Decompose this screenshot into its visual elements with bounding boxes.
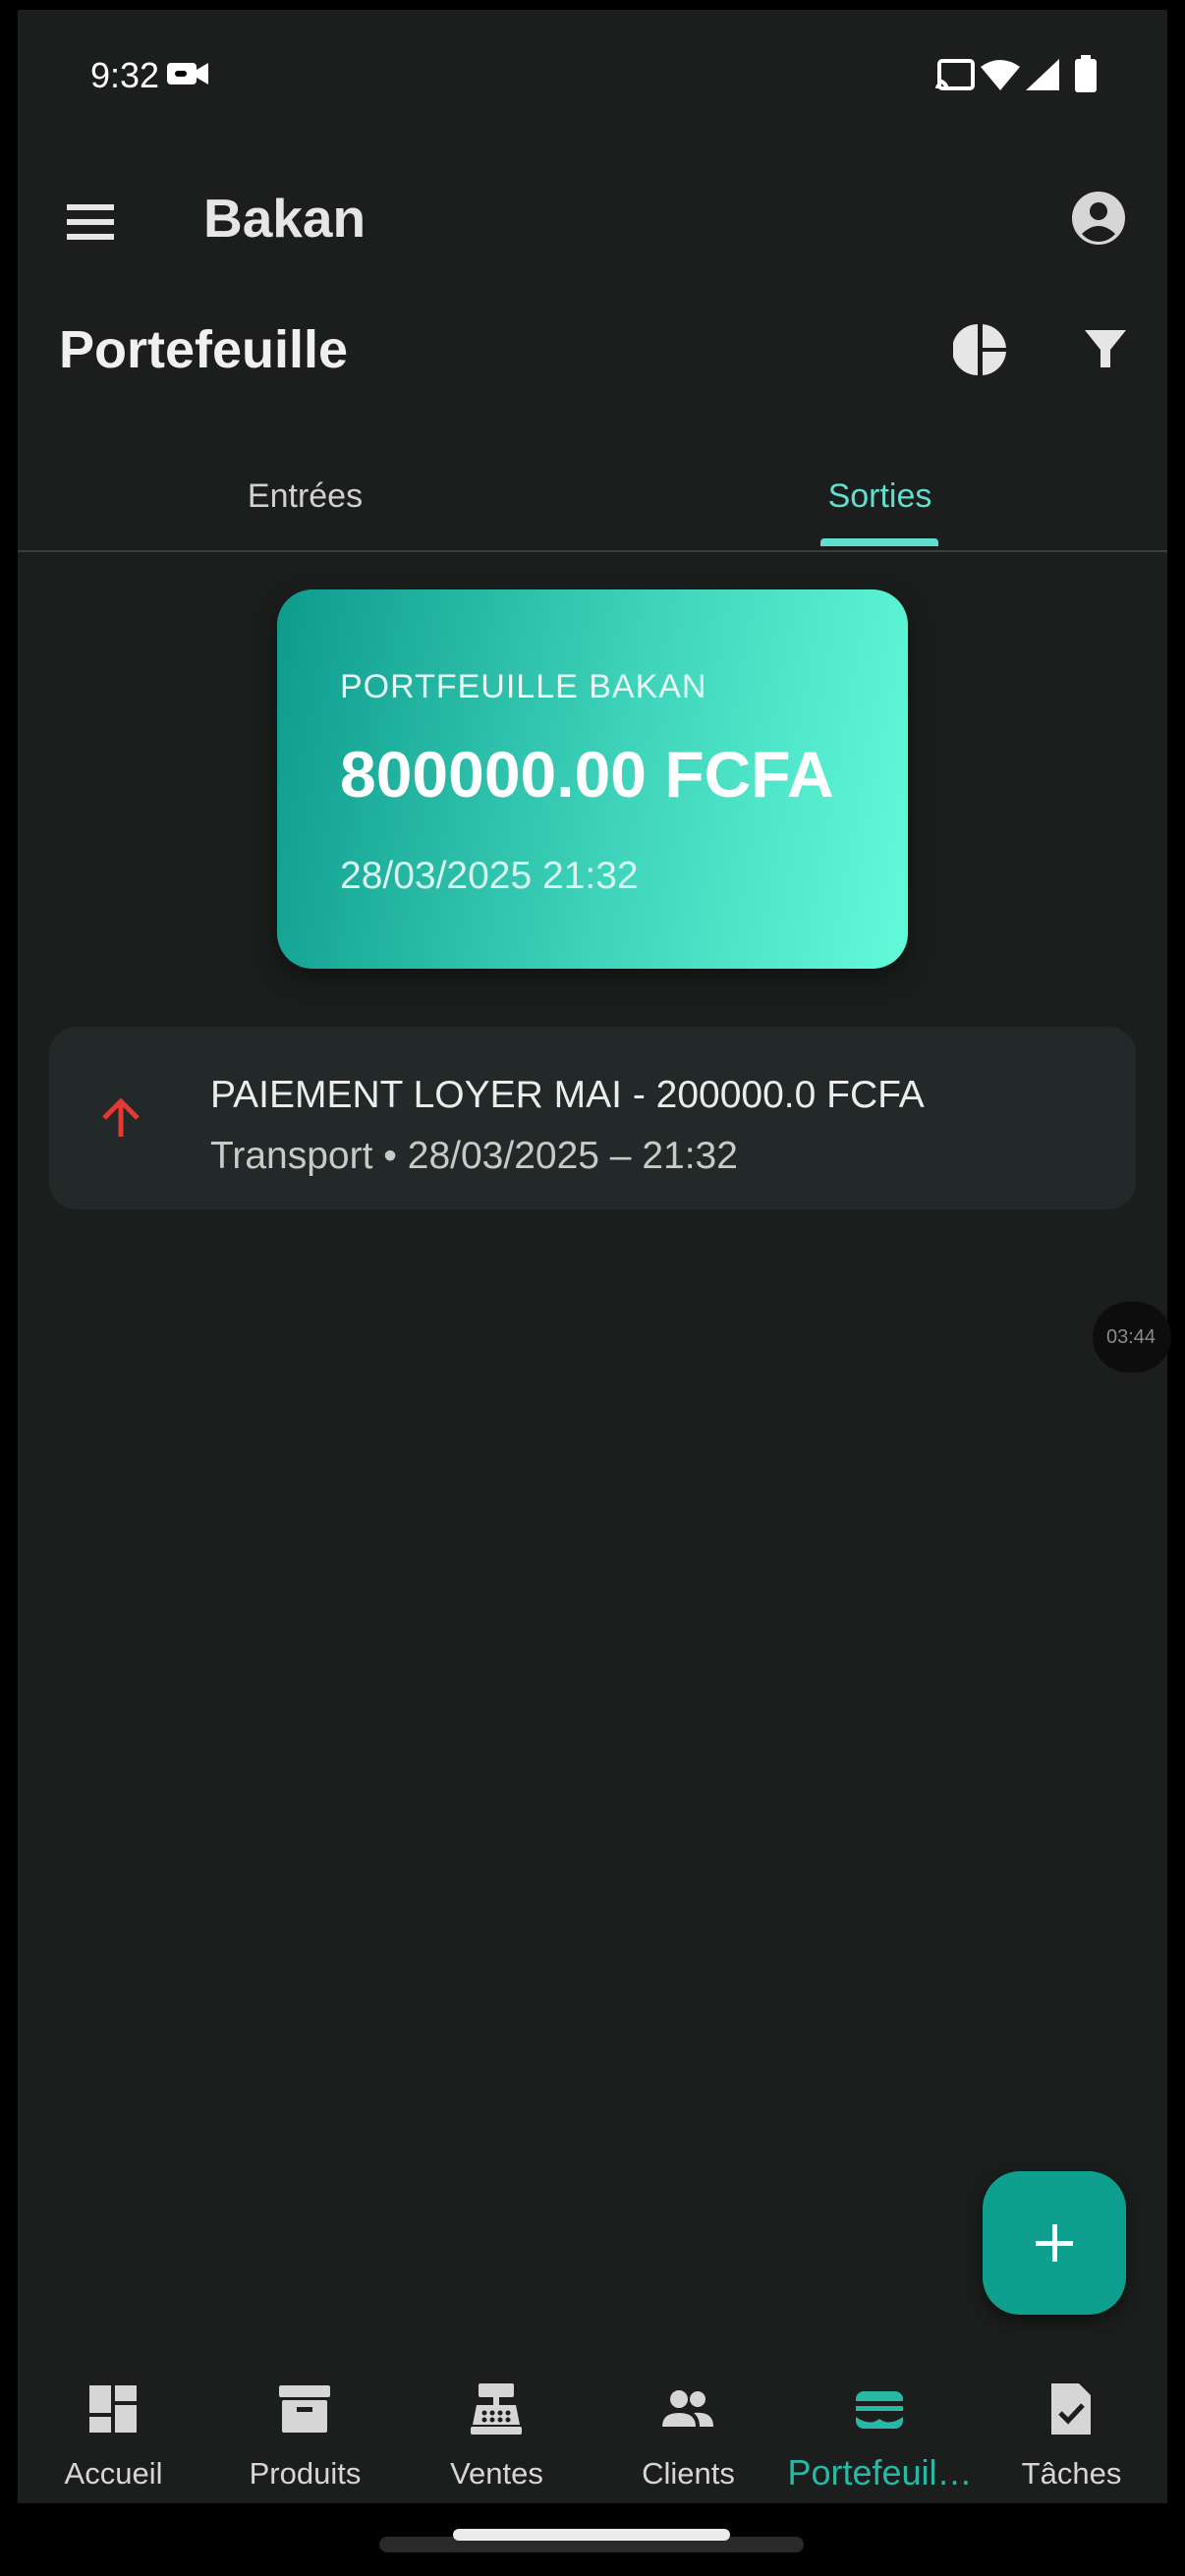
wallet-balance-amount: 800000.00 FCFA [340, 738, 834, 811]
nav-ventes[interactable]: Ventes [401, 2358, 592, 2503]
wallet-icon [856, 2391, 903, 2429]
cash-register-icon [471, 2383, 522, 2435]
nav-label-taches: Tâches [1021, 2456, 1122, 2491]
cell-signal-icon [1026, 59, 1059, 90]
app-screen: 9:32 Bakan Portefeuille Entrées Sorties … [18, 10, 1167, 2503]
filter-icon[interactable] [1083, 326, 1128, 371]
dashboard-icon [89, 2385, 137, 2433]
nav-accueil[interactable]: Accueil [18, 2358, 209, 2503]
plus-icon [1036, 2224, 1073, 2262]
cast-icon [935, 59, 975, 90]
nav-label-ventes: Ventes [450, 2456, 543, 2491]
people-icon [662, 2390, 713, 2427]
transaction-title: PAIEMENT LOYER MAI - 200000.0 FCFA [210, 1074, 925, 1116]
tab-entrees[interactable]: Entrées [18, 442, 592, 550]
tab-sorties[interactable]: Sorties [592, 442, 1167, 550]
wifi-icon [981, 60, 1020, 90]
pie-chart-icon[interactable] [953, 322, 1008, 377]
wallet-balance-card: PORTFEUILLE BAKAN 800000.00 FCFA 28/03/2… [277, 589, 908, 969]
nav-label-accueil: Accueil [64, 2456, 163, 2491]
add-transaction-button[interactable] [983, 2171, 1126, 2315]
nav-taches[interactable]: Tâches [976, 2358, 1167, 2503]
wallet-card-label: PORTFEUILLE BAKAN [340, 668, 707, 705]
transaction-item[interactable]: PAIEMENT LOYER MAI - 200000.0 FCFA Trans… [49, 1027, 1136, 1209]
nav-clients[interactable]: Clients [592, 2358, 784, 2503]
nav-label-clients: Clients [642, 2456, 735, 2491]
status-time: 9:32 [90, 55, 160, 95]
app-bar: Bakan [18, 138, 1167, 295]
tab-indicator [820, 538, 938, 546]
account-circle-icon[interactable] [1071, 191, 1126, 246]
nav-portefeuille[interactable]: Portefeuil… [784, 2358, 976, 2503]
nav-label-produits: Produits [249, 2456, 362, 2491]
nav-produits[interactable]: Produits [209, 2358, 401, 2503]
tab-bar: Entrées Sorties [18, 442, 1167, 552]
archive-box-icon [279, 2385, 330, 2433]
page-title: Portefeuille [59, 320, 349, 379]
video-camera-icon [167, 63, 208, 84]
arrow-up-icon [102, 1097, 140, 1137]
home-gesture-handle[interactable] [453, 2529, 730, 2541]
nav-label-portefeuille: Portefeuil… [787, 2452, 973, 2492]
menu-icon[interactable] [59, 191, 122, 253]
recording-timer-bubble[interactable]: 03:44 [1093, 1302, 1171, 1372]
battery-icon [1075, 55, 1097, 92]
status-bar: 9:32 [18, 10, 1167, 138]
wallet-card-date: 28/03/2025 21:32 [340, 855, 639, 897]
transaction-subtitle: Transport • 28/03/2025 – 21:32 [210, 1135, 738, 1177]
task-check-icon [1051, 2383, 1091, 2435]
app-title: Bakan [203, 188, 367, 249]
bottom-navigation: Accueil Produits Ventes Clients Portefeu… [18, 2358, 1167, 2503]
